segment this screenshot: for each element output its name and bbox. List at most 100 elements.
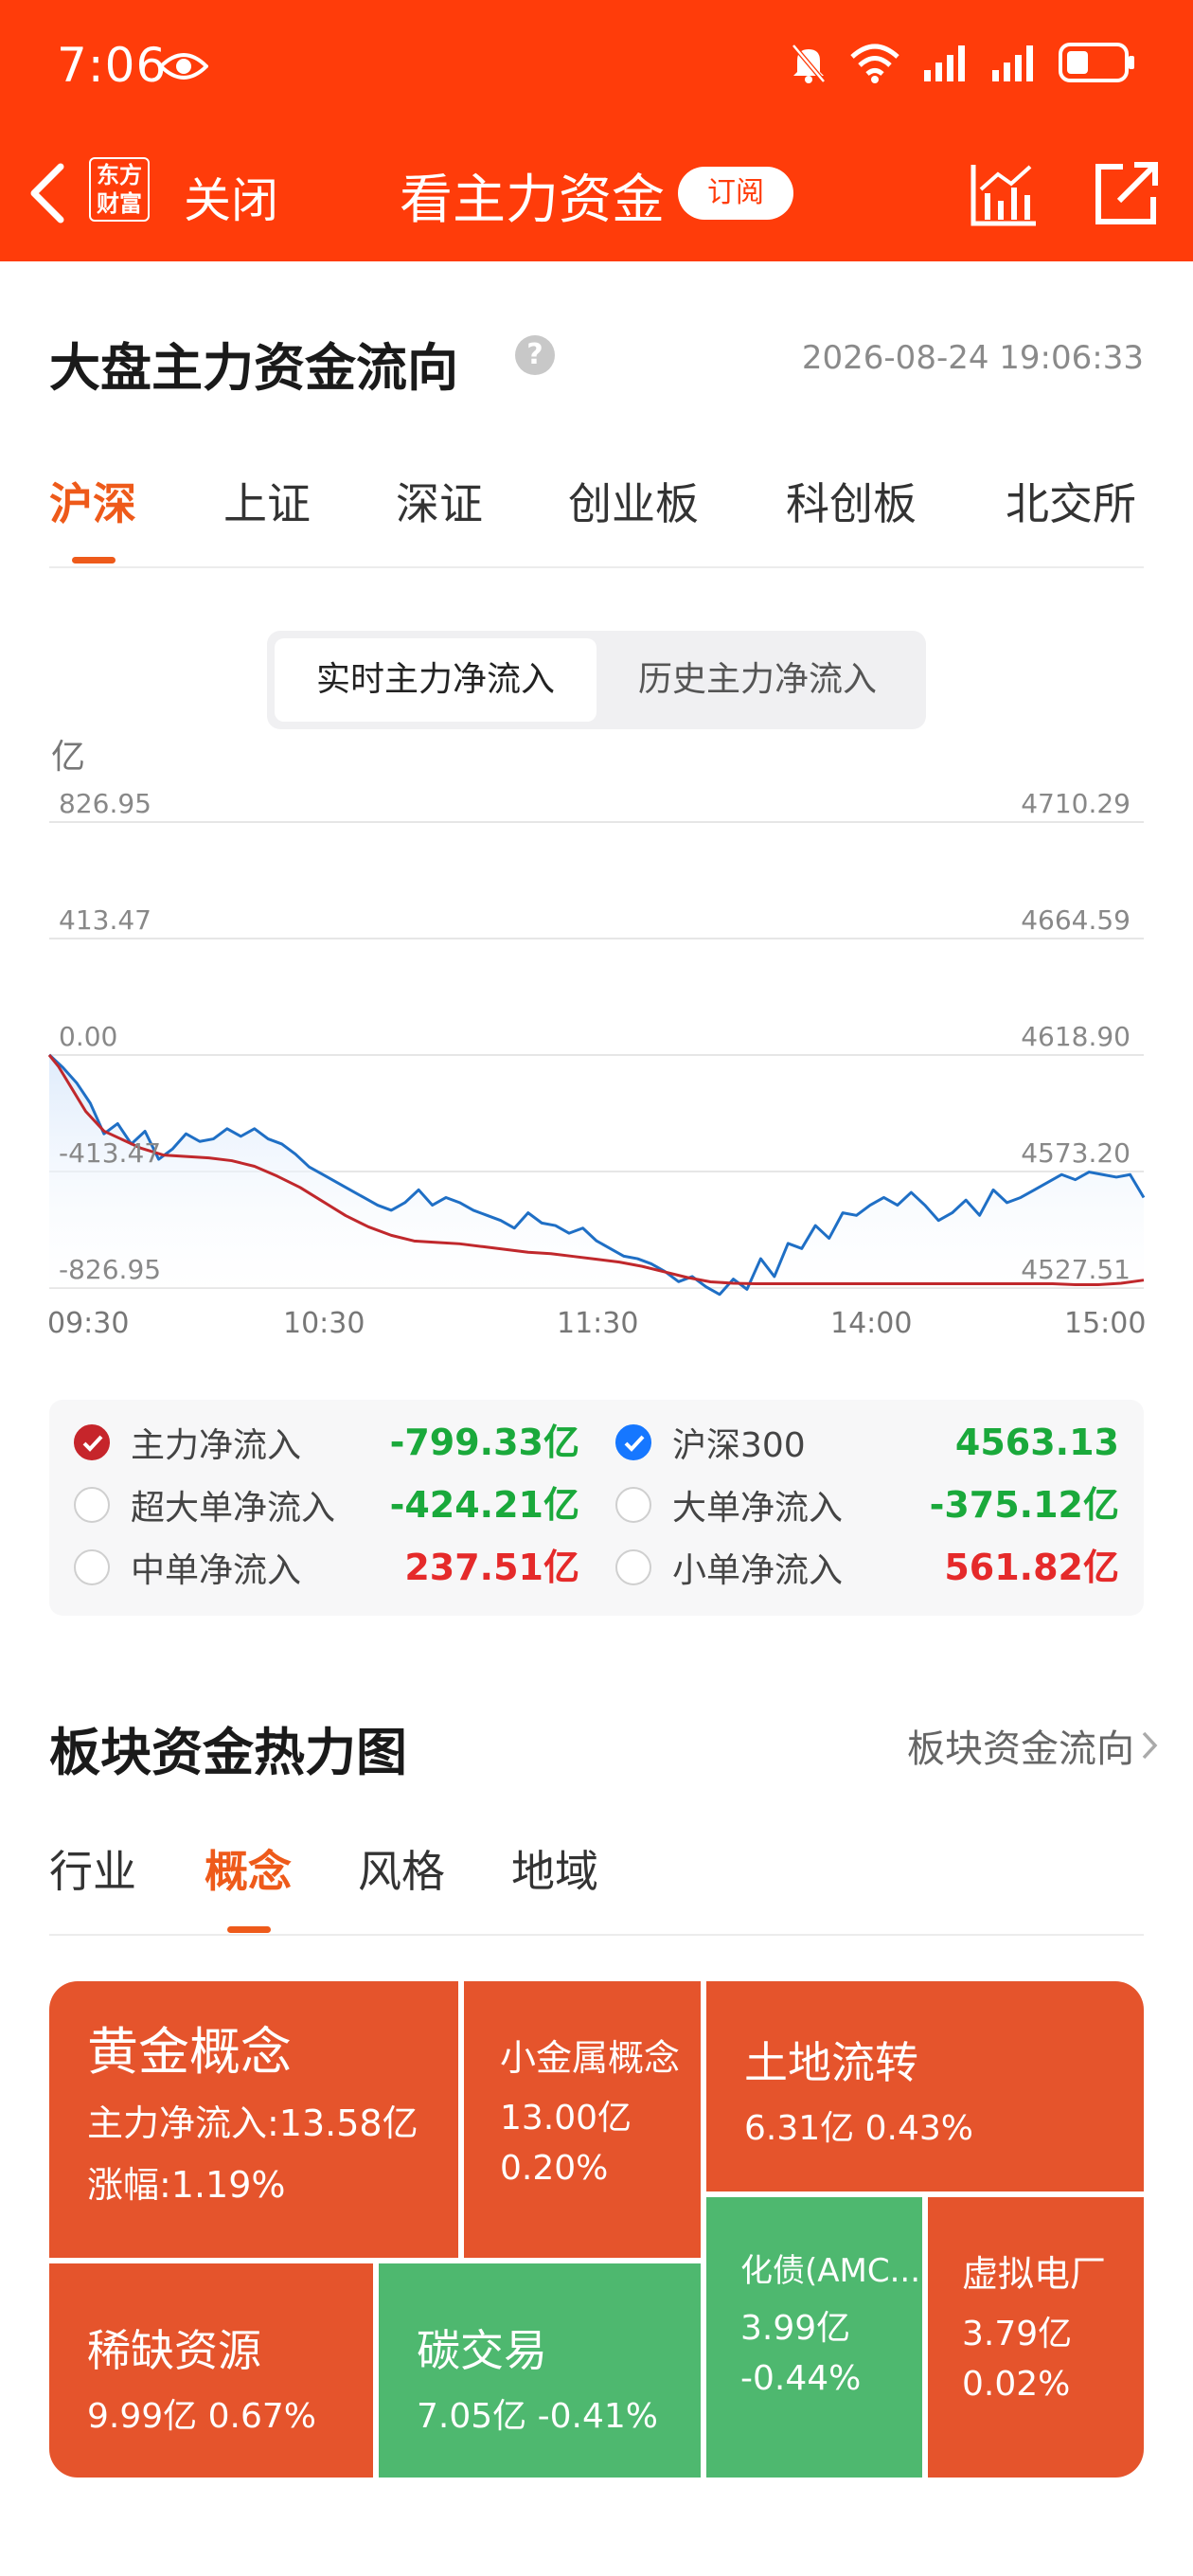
legend-value: -799.33亿 [389,1422,579,1463]
heatmap-tile-scarce-resources[interactable]: 稀缺资源 9.99亿 0.67% [49,2263,373,2478]
tile-name: 虚拟电厂 [962,2253,1107,2295]
mute-bell-icon [792,44,826,83]
tile-inflow: 主力净流入:13.58亿 [87,2102,418,2144]
logo-text-bottom: 财富 [97,190,142,217]
eastmoney-logo: 东方 财富 [89,157,150,222]
realtime-toggle[interactable]: 实时主力净流入 [275,638,596,722]
sector-tabs: 行业 概念 风格 地域 [49,1837,1144,1936]
heatmap-tile-debt-amc[interactable]: 化债(AMC... 3.99亿 -0.44% [706,2197,922,2478]
y-tick-right: 4573.20 [1021,1137,1131,1169]
legend-super-large[interactable]: 超大单净流入 [74,1474,335,1536]
legend-hs300[interactable]: 沪深300 [615,1411,806,1474]
top-header: 7:06 东方 财富 关闭 看主力资金 订阅 [0,0,1193,261]
heatmap-tile-carbon-trading[interactable]: 碳交易 7.05亿 -0.41% [379,2263,701,2478]
legend-main-inflow[interactable]: 主力净流入 [74,1411,301,1474]
tile-change: -0.44% [740,2359,862,2398]
eye-icon [159,53,208,80]
x-tick: 14:00 [830,1307,913,1340]
legend-large[interactable]: 大单净流入 [615,1474,843,1536]
legend-value: 4563.13 [954,1422,1119,1463]
checkbox-empty-icon[interactable] [74,1487,110,1523]
y-tick-right: 4618.90 [1021,1021,1131,1052]
legend-label: 小单净流入 [672,1551,844,1590]
flow-mode-toggle: 实时主力净流入 历史主力净流入 [267,631,926,729]
signal-icon [924,45,965,81]
tab-hushen[interactable]: 沪深 [49,470,136,532]
battery-icon [1059,43,1134,82]
chevron-right-icon[interactable] [1140,1729,1159,1762]
tile-name: 土地流转 [744,2037,918,2088]
legend-label: 沪深300 [672,1426,806,1465]
logo-text-top: 东方 [97,162,142,188]
x-tick: 09:30 [47,1307,130,1340]
tile-change: 0.02% [962,2365,1071,2404]
legend-label: 超大单净流入 [131,1489,336,1528]
tile-change: 涨幅:1.19% [87,2164,286,2206]
legend-value: 237.51亿 [404,1547,579,1588]
tab-chuangyeban[interactable]: 创业板 [568,470,699,532]
tab-industry[interactable]: 行业 [49,1837,136,1900]
tab-shangzheng[interactable]: 上证 [223,470,311,532]
status-time: 7:06 [57,38,168,93]
tab-style[interactable]: 风格 [358,1837,445,1900]
sector-heatmap: 黄金概念 主力净流入:13.58亿 涨幅:1.19% 小金属概念 13.00亿 … [49,1981,1144,2478]
checkbox-checked-icon[interactable] [615,1424,651,1460]
section-title-heatmap: 板块资金热力图 [49,1723,407,1782]
section-title-market-flow: 大盘主力资金流向 [49,338,458,398]
legend-medium[interactable]: 中单净流入 [74,1536,301,1599]
heatmap-tile-gold[interactable]: 黄金概念 主力净流入:13.58亿 涨幅:1.19% [49,1981,458,2258]
sector-flow-link[interactable]: 板块资金流向 [907,1718,1134,1773]
tab-shenzheng[interactable]: 深证 [396,470,483,532]
tile-change: 0.20% [500,2149,609,2188]
status-icons [790,42,1136,83]
fund-flow-chart: 亿 826.95 4710.29 413.47 4664.59 0.00 4618.90-… [38,720,1165,1345]
chart-plot-area [47,821,1146,1297]
x-tick: 15:00 [1064,1307,1147,1340]
signal-icon-2 [992,45,1033,81]
y-tick-left: 826.95 [59,788,151,819]
close-button[interactable]: 关闭 [184,163,278,231]
checkbox-empty-icon[interactable] [615,1549,651,1585]
tile-inflow: 3.99亿 [740,2309,851,2348]
tile-inflow: 13.00亿 [500,2099,632,2138]
active-tab-indicator [227,1926,271,1933]
y-tick-left: 413.47 [59,904,151,936]
wifi-icon [850,44,899,83]
tile-inflow: 7.05亿 -0.41% [417,2397,658,2436]
checkbox-empty-icon[interactable] [615,1487,651,1523]
tile-inflow: 6.31亿 0.43% [744,2109,973,2148]
y-tick-left: -826.95 [59,1254,162,1285]
heatmap-tile-virtual-power-plant[interactable]: 虚拟电厂 3.79亿 0.02% [928,2197,1144,2478]
tile-inflow: 3.79亿 [962,2315,1073,2353]
tile-name: 小金属概念 [500,2037,681,2079]
checkbox-checked-icon[interactable] [74,1424,110,1460]
tab-kechuangban[interactable]: 科创板 [786,470,917,532]
subscribe-button[interactable]: 订阅 [678,167,793,220]
heatmap-tile-minor-metals[interactable]: 小金属概念 13.00亿 0.20% [464,1981,701,2258]
tile-name: 黄金概念 [87,2022,292,2082]
tile-name: 碳交易 [417,2325,547,2376]
y-tick-right: 4664.59 [1021,904,1131,936]
y-tick-right: 4527.51 [1021,1254,1131,1285]
history-toggle[interactable]: 历史主力净流入 [596,638,918,722]
legend-label: 主力净流入 [131,1426,302,1465]
bar-chart-icon[interactable] [970,161,1038,227]
update-timestamp: 2026-08-24 19:06:33 [801,339,1144,377]
heatmap-tile-land-transfer[interactable]: 土地流转 6.31亿 0.43% [706,1981,1144,2191]
tab-concept[interactable]: 概念 [205,1837,292,1900]
tile-name: 稀缺资源 [87,2325,261,2376]
tile-inflow: 9.99亿 0.67% [87,2397,316,2436]
share-icon[interactable] [1091,159,1161,229]
tab-beijiaosuo[interactable]: 北交所 [1006,470,1136,532]
help-icon[interactable]: ? [515,335,555,375]
tile-name: 化债(AMC... [740,2252,921,2290]
legend-value: -375.12亿 [929,1484,1119,1526]
legend-row: 超大单净流入 -424.21亿 大单净流入 -375.12亿 [49,1474,1144,1536]
legend-panel: 主力净流入 -799.33亿 沪深300 4563.13 超大单净流入 -424… [49,1400,1144,1616]
legend-row: 中单净流入 237.51亿 小单净流入 561.82亿 [49,1536,1144,1599]
tab-region[interactable]: 地域 [511,1837,598,1900]
checkbox-empty-icon[interactable] [74,1549,110,1585]
page-title: 看主力资金 [400,170,665,231]
legend-small[interactable]: 小单净流入 [615,1536,843,1599]
back-arrow-icon[interactable] [27,159,68,227]
